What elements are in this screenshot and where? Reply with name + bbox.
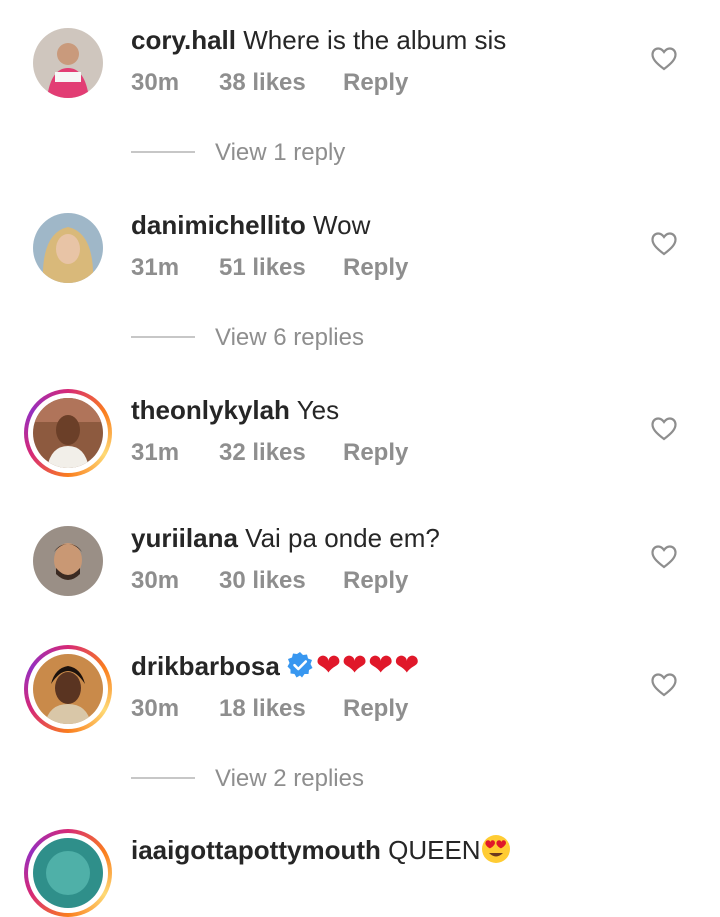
comment-meta: 31m 32 likes Reply	[131, 438, 408, 468]
reply-button[interactable]: Reply	[343, 253, 408, 283]
reply-button[interactable]: Reply	[343, 566, 408, 596]
comment-line: iaaigottapottymouth QUEEN	[131, 834, 511, 867]
comment-time: 31m	[131, 439, 180, 466]
username[interactable]: drikbarbosa	[131, 651, 280, 681]
comment-time: 31m	[131, 254, 180, 281]
replies-divider	[131, 776, 195, 779]
comment-text: QUEEN	[388, 835, 481, 865]
comment-meta: 31m 51 likes Reply	[131, 253, 408, 283]
verified-badge-icon	[286, 651, 314, 679]
reply-button[interactable]: Reply	[343, 438, 408, 468]
view-replies-button[interactable]: View 2 replies	[131, 764, 364, 794]
likes-count[interactable]: 51 likes	[219, 253, 343, 283]
comment-time: 30m	[131, 567, 180, 594]
username[interactable]: danimichellito	[131, 210, 306, 240]
avatar	[33, 398, 103, 468]
comment-text: Vai pa onde em?	[245, 523, 440, 553]
story-ring[interactable]	[24, 389, 112, 477]
heart-outline-icon[interactable]	[651, 673, 677, 697]
username[interactable]: cory.hall	[131, 25, 236, 55]
comment-line: danimichellito Wow	[131, 209, 370, 241]
comment-meta: 30m 18 likes Reply	[131, 694, 408, 724]
reply-button[interactable]: Reply	[343, 694, 408, 724]
comment-time: 30m	[131, 695, 180, 722]
story-ring[interactable]	[24, 645, 112, 733]
comment-meta: 30m 30 likes Reply	[131, 566, 408, 596]
comment-text: Where is the album sis	[243, 25, 507, 55]
avatar	[33, 654, 103, 724]
view-replies-label: View 1 reply	[215, 139, 346, 166]
view-replies-label: View 2 replies	[215, 765, 364, 792]
comment-line: theonlykylah Yes	[131, 394, 339, 426]
likes-count[interactable]: 32 likes	[219, 438, 343, 468]
avatar	[33, 838, 103, 908]
likes-count[interactable]: 38 likes	[219, 68, 343, 98]
comment-text: Yes	[296, 395, 340, 425]
heart-outline-icon[interactable]	[651, 232, 677, 256]
avatar[interactable]	[33, 213, 103, 283]
avatar[interactable]	[33, 28, 103, 98]
comment-text: ❤❤❤❤	[315, 649, 421, 683]
comment-line: yuriilana Vai pa onde em?	[131, 522, 440, 554]
view-replies-label: View 6 replies	[215, 324, 364, 351]
likes-count[interactable]: 30 likes	[219, 566, 343, 596]
username[interactable]: yuriilana	[131, 523, 238, 553]
avatar[interactable]	[33, 526, 103, 596]
story-ring[interactable]	[24, 829, 112, 917]
heart-outline-icon[interactable]	[651, 47, 677, 71]
comment-line: cory.hall Where is the album sis	[131, 24, 506, 56]
comment-text: Wow	[313, 210, 371, 240]
replies-divider	[131, 335, 195, 338]
view-replies-button[interactable]: View 1 reply	[131, 138, 345, 168]
reply-button[interactable]: Reply	[343, 68, 408, 98]
replies-divider	[131, 150, 195, 153]
heart-outline-icon[interactable]	[651, 417, 677, 441]
heart-outline-icon[interactable]	[651, 545, 677, 569]
likes-count[interactable]: 18 likes	[219, 694, 343, 724]
username[interactable]: iaaigottapottymouth	[131, 835, 381, 865]
comment-line: drikbarbosa ❤❤❤❤	[131, 650, 420, 684]
username[interactable]: theonlykylah	[131, 395, 290, 425]
view-replies-button[interactable]: View 6 replies	[131, 323, 364, 353]
comment-meta: 30m 38 likes Reply	[131, 68, 408, 98]
comment-time: 30m	[131, 69, 180, 96]
